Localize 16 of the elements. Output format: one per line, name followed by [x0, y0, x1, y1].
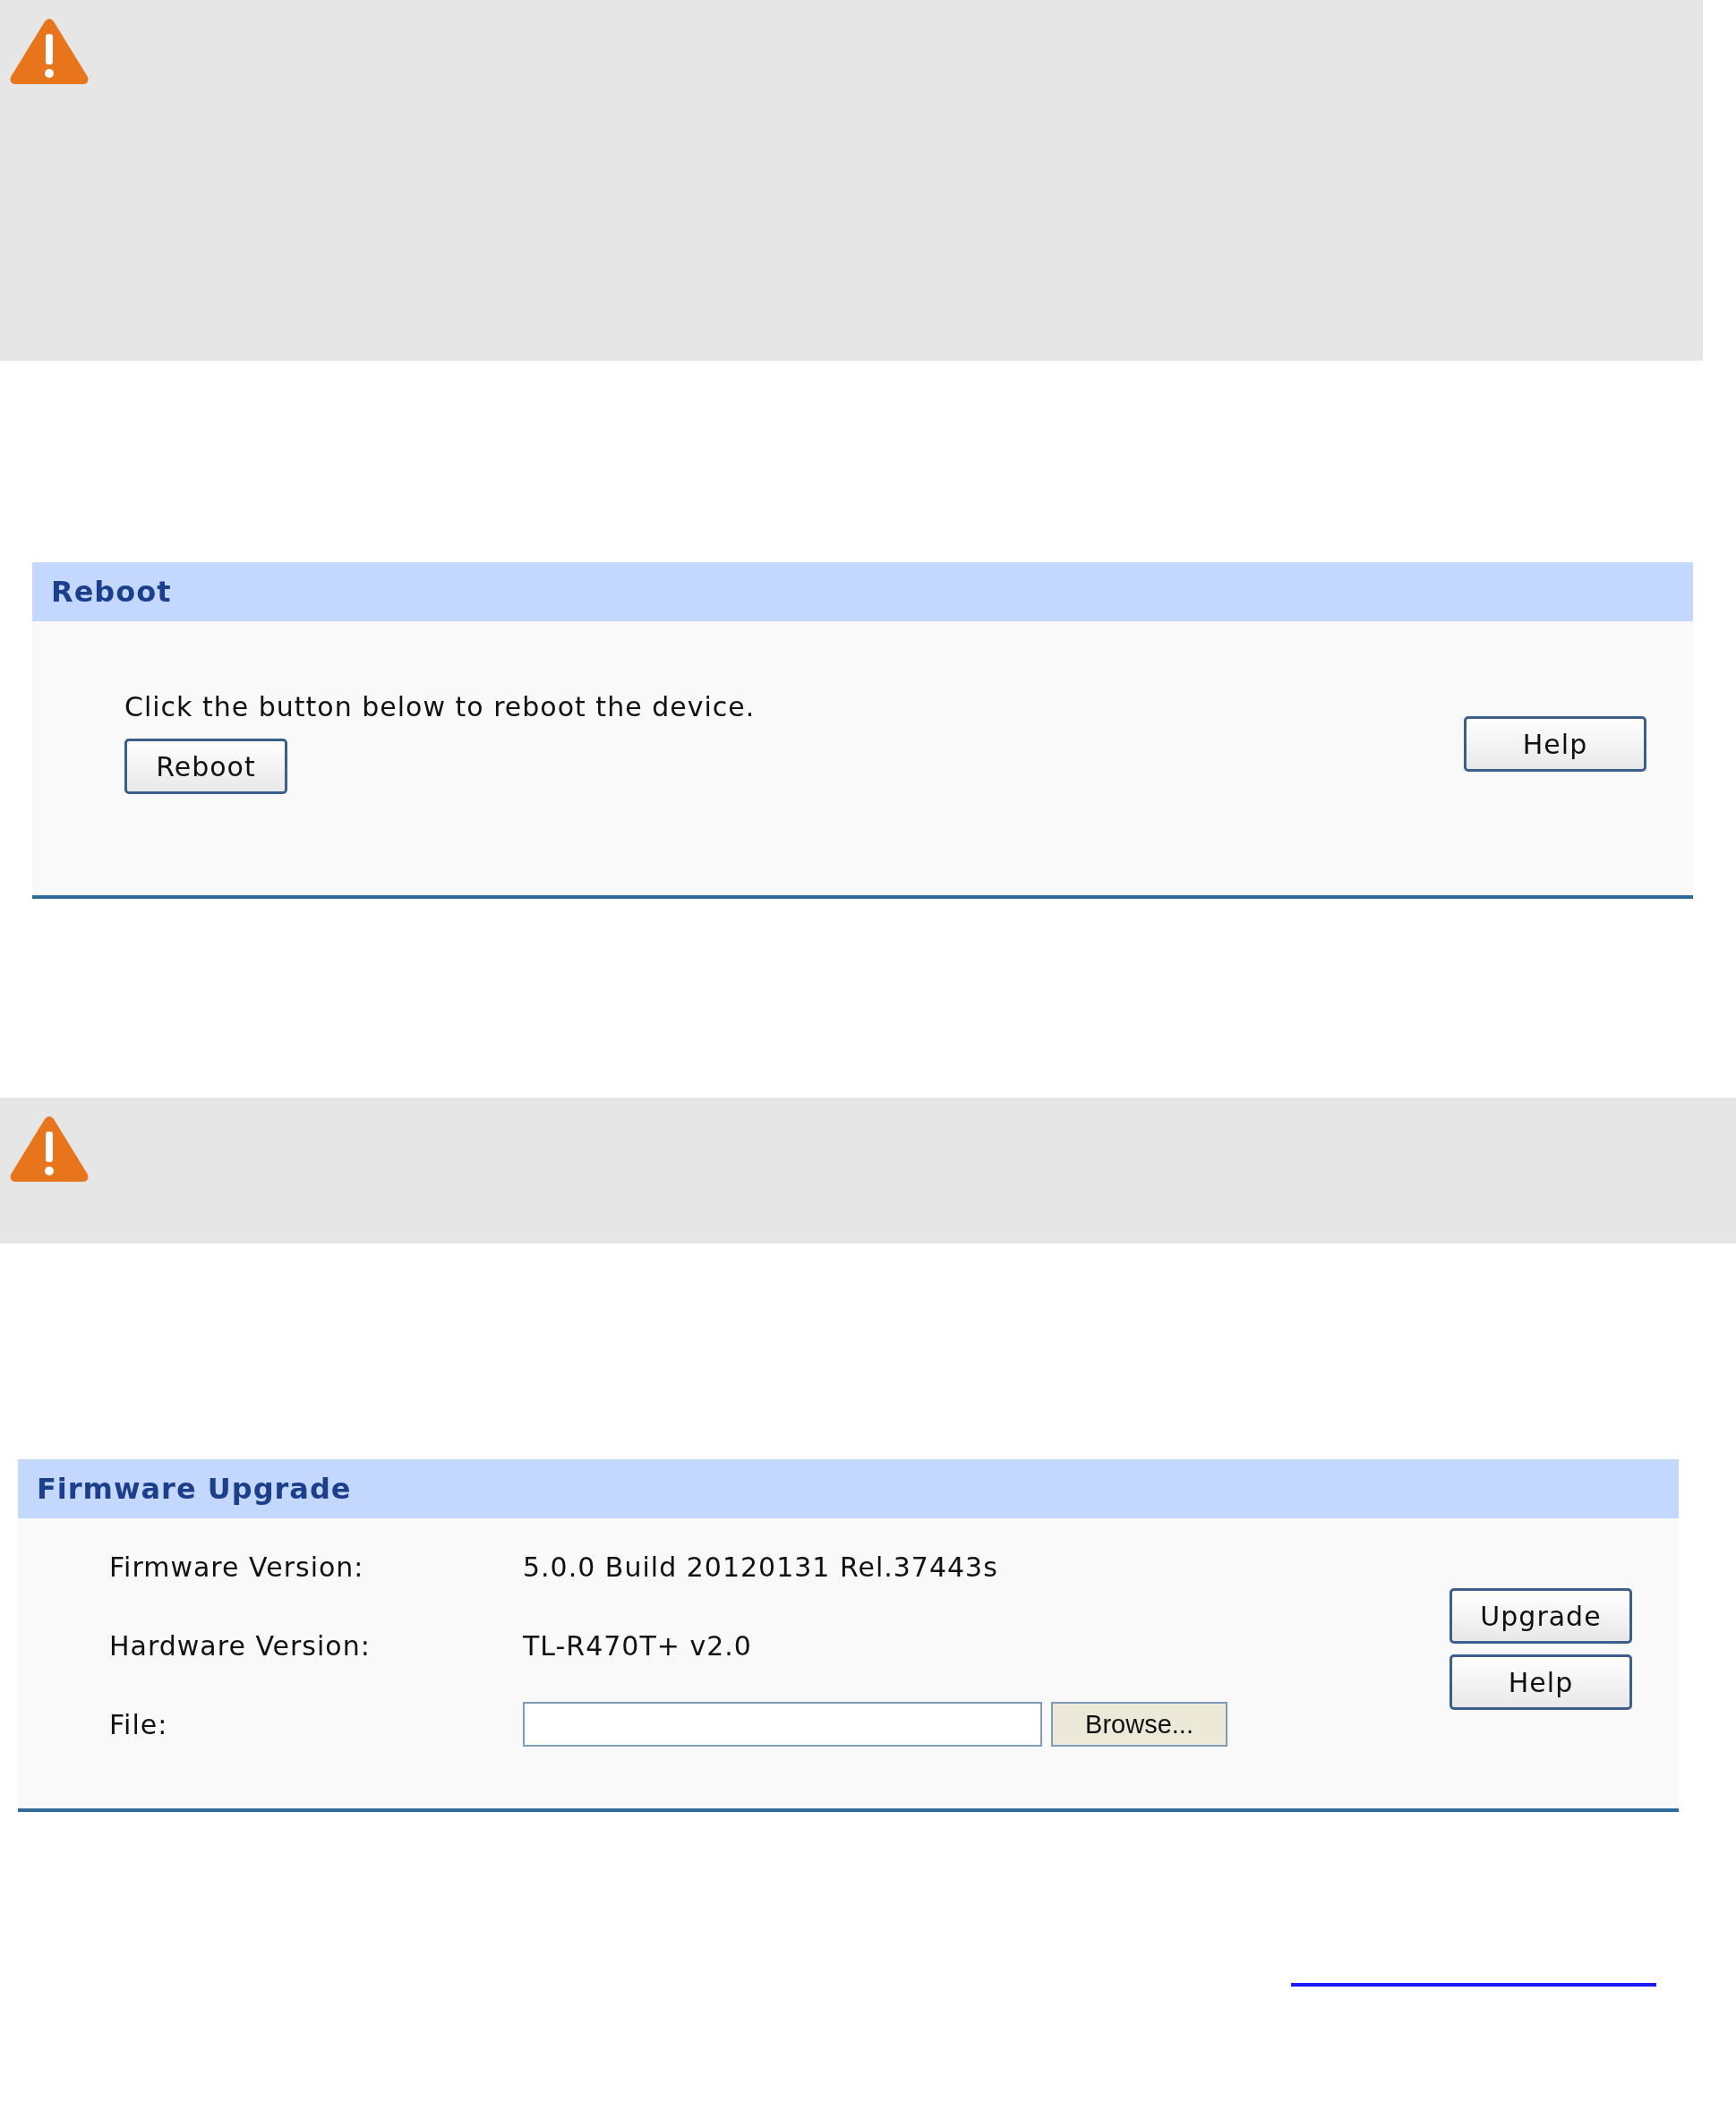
field-label: File:: [109, 1708, 169, 1740]
panel-title: Reboot: [32, 562, 1693, 621]
field-value: 5.0.0 Build 20120131 Rel.37443s: [523, 1551, 998, 1583]
instruction-text: Click the button below to reboot the device.: [124, 691, 756, 722]
help-button[interactable]: Help: [1450, 1654, 1632, 1710]
file-field[interactable]: [523, 1702, 1042, 1747]
field-label: Hardware Version:: [109, 1629, 372, 1662]
upgrade-button[interactable]: Upgrade: [1450, 1588, 1632, 1644]
warning-icon: [9, 18, 90, 86]
field-value: TL-R470T+ v2.0: [523, 1629, 752, 1662]
panel-title: Firmware Upgrade: [18, 1459, 1679, 1518]
help-button[interactable]: Help: [1464, 716, 1646, 772]
browse-button[interactable]: Browse...: [1051, 1702, 1227, 1747]
field-label: Firmware Version:: [109, 1551, 365, 1583]
warning-icon: [9, 1115, 90, 1184]
reboot-button[interactable]: Reboot: [124, 739, 287, 794]
